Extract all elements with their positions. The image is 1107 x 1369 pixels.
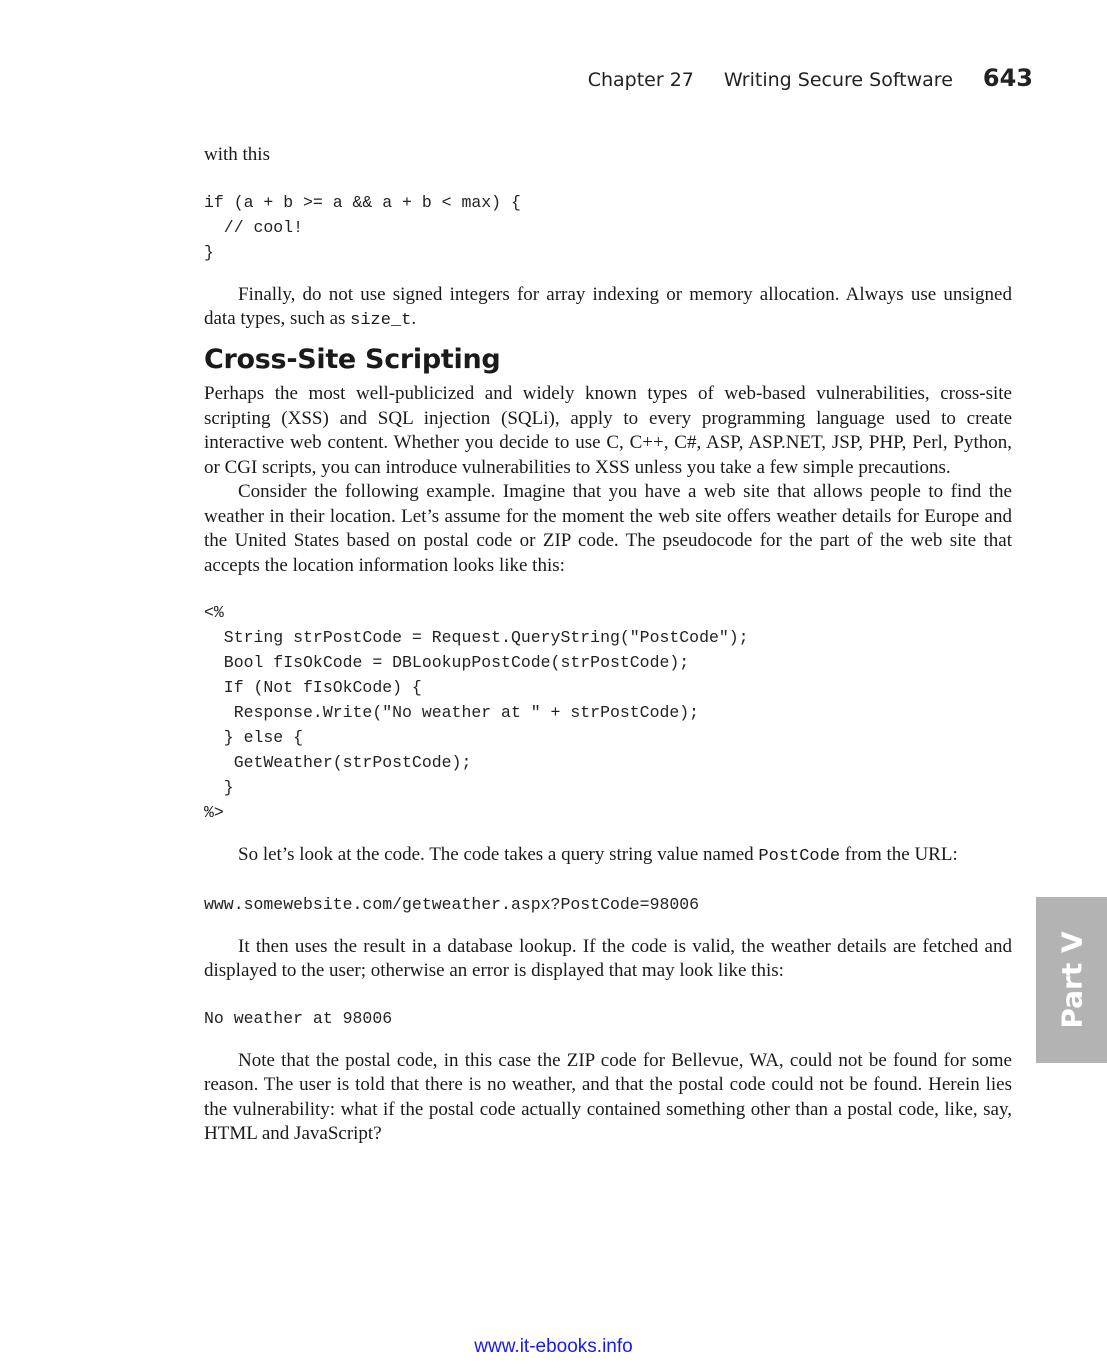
footer-link[interactable]: www.it-ebooks.info [0, 1336, 1107, 1358]
chapter-label: Chapter 27 [587, 69, 694, 91]
inline-code-postcode: PostCode [758, 847, 841, 866]
code-line: %> [204, 803, 224, 822]
code-line: Response.Write("No weather at " + strPos… [204, 703, 700, 722]
inline-code-size-t: size_t [350, 311, 412, 330]
code-block-2: <% String strPostCode = Request.QueryStr… [204, 600, 1012, 825]
paragraph-weather-example: Consider the following example. Imagine … [204, 481, 1012, 576]
code-line: } [204, 778, 234, 797]
paragraph-xss-intro: Perhaps the most well-publicized and wid… [204, 383, 1012, 478]
code-line: // cool! [204, 217, 304, 237]
code-line: } [204, 242, 214, 262]
code-line: www.somewebsite.com/getweather.aspx?Post… [204, 894, 700, 914]
part-tab: Part V [1036, 897, 1107, 1063]
page-number: 643 [982, 64, 1033, 92]
code-block-url: www.somewebsite.com/getweather.aspx?Post… [204, 892, 1012, 917]
section-heading: Cross-Site Scripting [204, 343, 501, 375]
code-line: String strPostCode = Request.QueryString… [204, 628, 749, 647]
part-tab-label: Part V [1055, 931, 1088, 1029]
page-body: with this if (a + b >= a && a + b < max)… [204, 143, 1012, 1147]
code-block-1: if (a + b >= a && a + b < max) { // cool… [204, 190, 1012, 265]
paragraph-vulnerability: Note that the postal code, in this case … [204, 1049, 1012, 1145]
paragraph-unsigned-types: Finally, do not use signed integers for … [204, 283, 1012, 331]
code-line: No weather at 98006 [204, 1008, 393, 1028]
intro-text: with this [204, 144, 270, 165]
code-line: If (Not fIsOkCode) { [204, 678, 422, 697]
code-line: <% [204, 603, 224, 622]
paragraph-code-explanation: So let’s look at the code. The code take… [238, 844, 958, 866]
chapter-title: Writing Secure Software [723, 69, 953, 91]
code-line: GetWeather(strPostCode); [204, 753, 472, 772]
code-line: } else { [204, 728, 304, 747]
running-header: Chapter 27 Writing Secure Software 643 [588, 64, 1033, 92]
code-line: Bool fIsOkCode = DBLookupPostCode(strPos… [204, 653, 690, 672]
code-block-error: No weather at 98006 [204, 1006, 1012, 1031]
paragraph-database-lookup: It then uses the result in a database lo… [204, 935, 1012, 982]
code-line: if (a + b >= a && a + b < max) { [204, 192, 521, 212]
